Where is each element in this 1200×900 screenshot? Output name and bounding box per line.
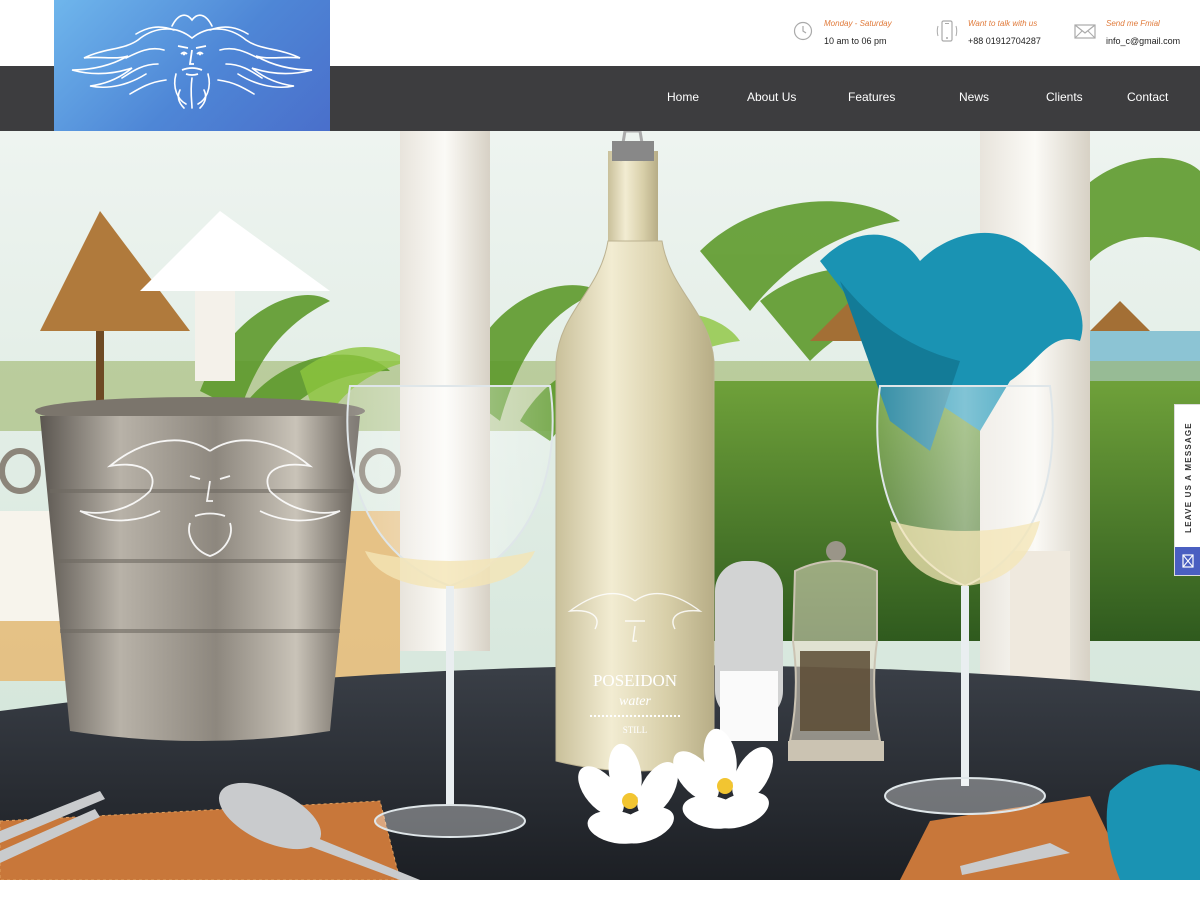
- hours-label: Monday - Saturday: [824, 19, 892, 28]
- leave-message-label-wrap: LEAVE US A MESSAGE: [1178, 415, 1198, 540]
- hours-value: 10 am to 06 pm: [824, 36, 887, 46]
- pepper-mill: [788, 541, 884, 761]
- leave-message-tab[interactable]: LEAVE US A MESSAGE: [1174, 404, 1200, 576]
- nav-home[interactable]: Home: [667, 90, 699, 104]
- email-info: Send me Fmial info_c@gmail.com: [1074, 18, 1180, 48]
- footer-gap: [0, 880, 1200, 900]
- envelope-icon: [1181, 554, 1194, 568]
- leave-message-label: LEAVE US A MESSAGE: [1183, 422, 1193, 533]
- phone-icon: [936, 20, 958, 42]
- nav-about-us[interactable]: About Us: [747, 90, 796, 104]
- bottle-sub: water: [619, 694, 651, 709]
- phone-info: Want to talk with us +88 01912704287: [936, 18, 1041, 48]
- salt-shaker: [715, 561, 783, 741]
- clock-icon: [793, 21, 813, 41]
- hours-info: Monday - Saturday 10 am to 06 pm: [792, 18, 892, 48]
- hero-image: POSEIDON water STILL: [0, 131, 1200, 880]
- nav-contact[interactable]: Contact: [1127, 90, 1168, 104]
- site-logo[interactable]: [54, 0, 330, 131]
- bottle-brand: POSEIDON: [593, 671, 677, 690]
- envelope-icon: [1074, 24, 1096, 39]
- poseidon-face-icon: [71, 14, 313, 109]
- hero-scene: POSEIDON water STILL: [0, 131, 1200, 880]
- message-button[interactable]: [1175, 547, 1200, 575]
- email-value[interactable]: info_c@gmail.com: [1106, 34, 1180, 48]
- nav-features[interactable]: Features: [848, 90, 895, 104]
- nav-clients[interactable]: Clients: [1046, 90, 1083, 104]
- email-label: Send me Fmial: [1106, 19, 1160, 28]
- phone-label: Want to talk with us: [968, 19, 1038, 28]
- nav-news[interactable]: News: [959, 90, 989, 104]
- nav-menu: Home About Us Features News Clients Cont…: [640, 66, 1200, 131]
- phone-value[interactable]: +88 01912704287: [968, 34, 1041, 48]
- bottle-type: STILL: [623, 725, 648, 735]
